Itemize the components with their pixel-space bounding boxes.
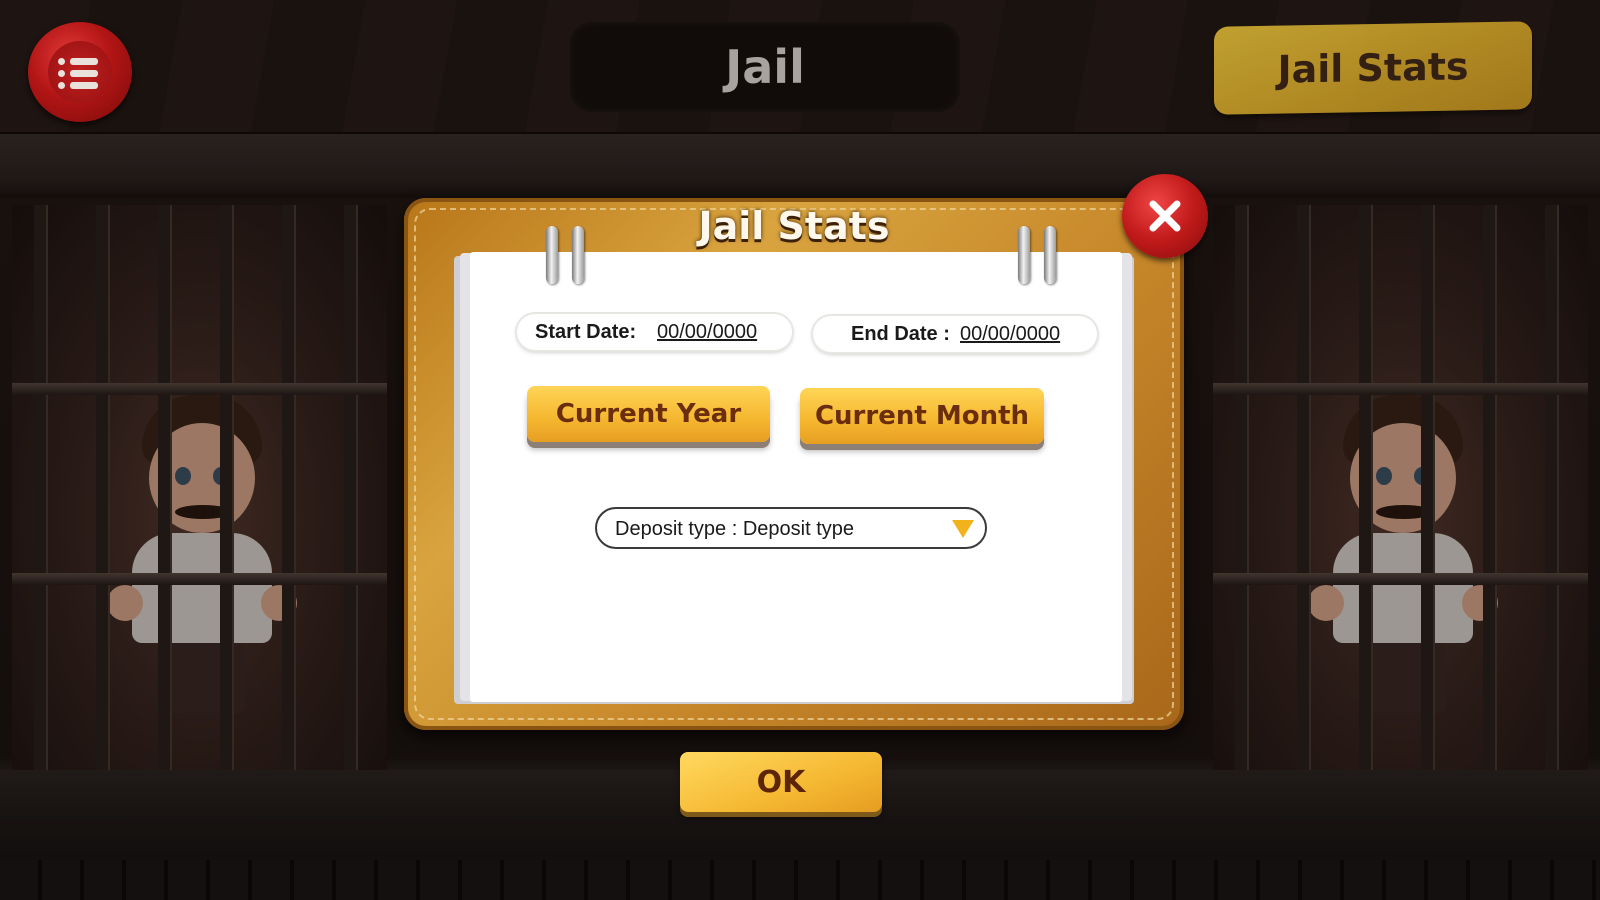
current-month-label: Current Month: [814, 401, 1030, 431]
page-title: Jail: [725, 40, 805, 94]
list-icon: [58, 56, 102, 92]
end-date-field[interactable]: End Date : 00/00/0000: [813, 316, 1097, 352]
header-title-plate: Jail: [570, 22, 960, 112]
binder-ring-icon: [1044, 226, 1056, 284]
jail-stats-tab-button[interactable]: Jail Stats: [1214, 21, 1532, 115]
binder-ring-icon: [1018, 226, 1030, 284]
start-date-value[interactable]: 00/00/0000: [657, 321, 757, 344]
current-month-button[interactable]: Current Month: [800, 388, 1044, 444]
start-date-field[interactable]: Start Date: 00/00/0000: [517, 314, 792, 350]
ok-label: OK: [756, 764, 806, 800]
deposit-type-dropdown[interactable]: Deposit type : Deposit type: [595, 507, 987, 549]
jail-stats-tab-label: Jail Stats: [1277, 44, 1469, 92]
dialog-title: Jail Stats: [698, 204, 890, 248]
deposit-type-text: Deposit type : Deposit type: [615, 518, 855, 540]
current-year-button[interactable]: Current Year: [527, 386, 770, 442]
current-year-label: Current Year: [555, 399, 742, 429]
end-date-value[interactable]: 00/00/0000: [960, 323, 1060, 346]
end-date-label: End Date :: [851, 323, 950, 345]
binder-ring-icon: [546, 226, 558, 284]
close-button[interactable]: [1122, 174, 1208, 258]
close-icon: [1122, 174, 1208, 258]
menu-button[interactable]: [28, 22, 132, 122]
start-date-label: Start Date:: [535, 321, 637, 343]
dropdown-triangle-icon: [952, 520, 974, 538]
ok-button[interactable]: OK: [680, 752, 882, 812]
binder-ring-icon: [572, 226, 584, 284]
